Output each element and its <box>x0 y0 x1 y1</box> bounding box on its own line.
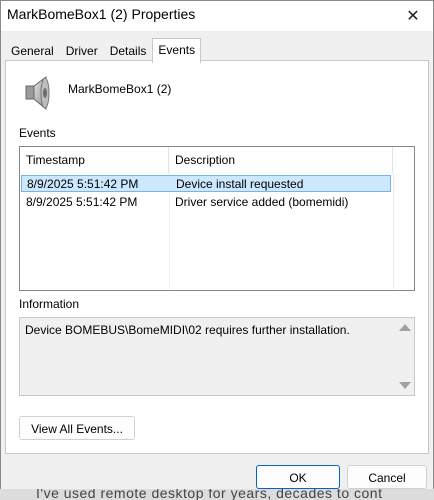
scroll-down-icon[interactable] <box>399 382 411 389</box>
event-row[interactable]: 8/9/2025 5:51:42 PM Device install reque… <box>21 175 391 192</box>
column-header-description[interactable]: Description <box>169 147 393 173</box>
event-timestamp: 8/9/2025 5:51:42 PM <box>26 195 138 209</box>
ok-button[interactable]: OK <box>256 465 340 489</box>
information-label: Information <box>19 297 80 311</box>
speaker-icon <box>22 75 56 111</box>
event-timestamp: 8/9/2025 5:51:42 PM <box>27 177 139 191</box>
scroll-up-icon[interactable] <box>399 324 411 331</box>
title-bar[interactable]: MarkBomeBox1 (2) Properties ✕ <box>1 1 433 31</box>
column-divider <box>393 173 394 289</box>
tab-events[interactable]: Events <box>152 38 202 63</box>
device-name: MarkBomeBox1 (2) <box>68 82 172 96</box>
background-text: I've used remote desktop for years, deca… <box>36 489 383 500</box>
properties-dialog: MarkBomeBox1 (2) Properties ✕ General Dr… <box>0 0 434 491</box>
event-description: Driver service added (bomemidi) <box>175 195 349 209</box>
events-tab-panel: MarkBomeBox1 (2) Events Timestamp Descri… <box>5 60 429 454</box>
close-button[interactable]: ✕ <box>393 1 433 31</box>
event-row[interactable]: 8/9/2025 5:51:42 PM Driver service added… <box>21 194 391 211</box>
close-icon: ✕ <box>406 8 420 25</box>
events-list[interactable]: Timestamp Description 8/9/2025 5:51:42 P… <box>19 146 415 291</box>
background-page-strip: I've used remote desktop for years, deca… <box>0 489 434 500</box>
view-all-events-button[interactable]: View All Events... <box>19 416 135 440</box>
events-label: Events <box>19 126 56 140</box>
event-description: Device install requested <box>176 177 304 191</box>
information-text: Device BOMEBUS\BomeMIDI\02 requires furt… <box>25 323 350 337</box>
information-box[interactable]: Device BOMEBUS\BomeMIDI\02 requires furt… <box>19 317 415 396</box>
window-title: MarkBomeBox1 (2) Properties <box>7 6 196 22</box>
column-header-timestamp[interactable]: Timestamp <box>20 147 169 173</box>
cancel-button[interactable]: Cancel <box>347 465 427 489</box>
tab-bar: General Driver Details Events <box>5 38 202 63</box>
